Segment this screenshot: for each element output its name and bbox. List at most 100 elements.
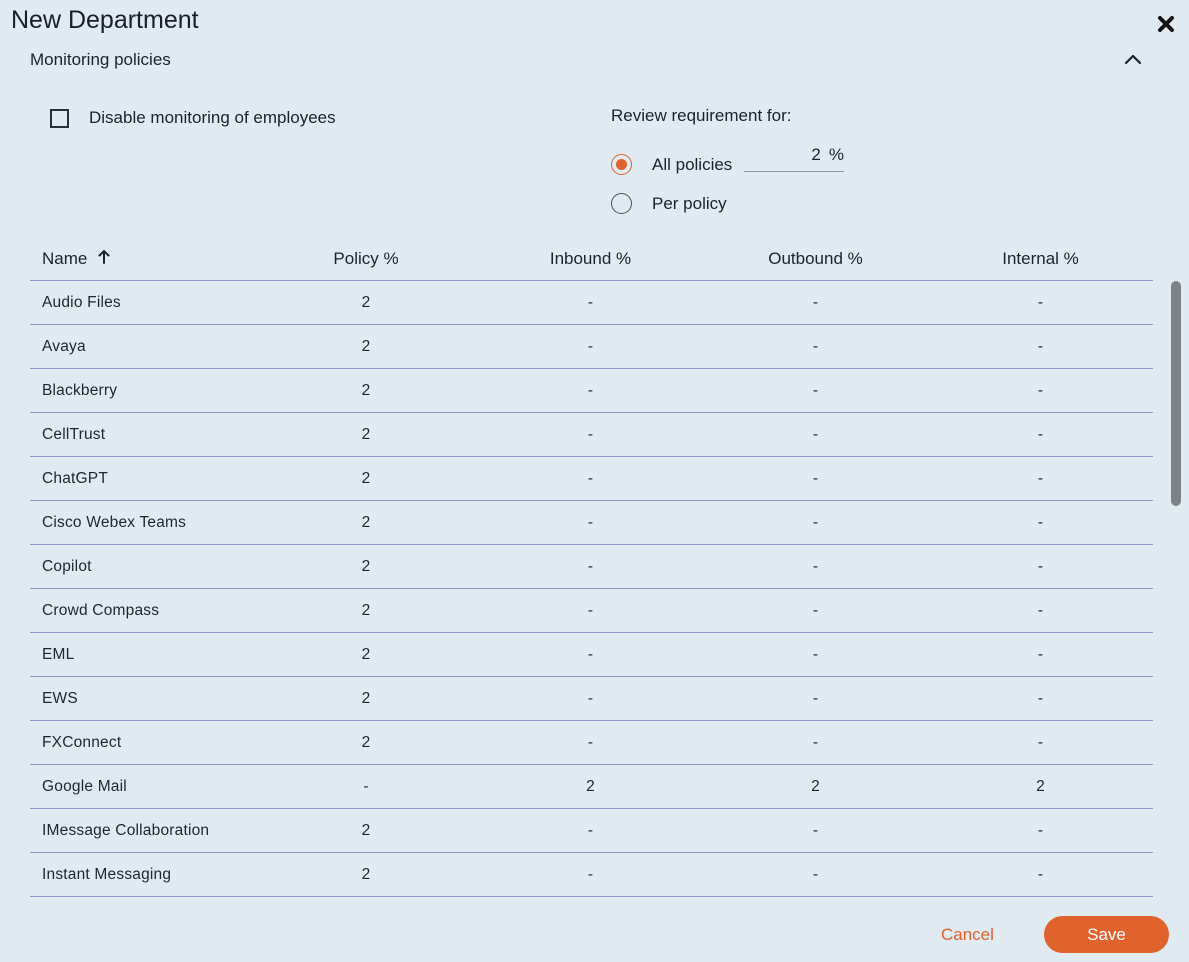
cell-outbound: -	[703, 676, 928, 721]
cancel-button[interactable]: Cancel	[941, 925, 994, 945]
table-row[interactable]: Cisco Webex Teams 2- - -	[30, 500, 1153, 545]
radio-all-policies-button[interactable]	[611, 154, 632, 175]
cell-inbound: -	[478, 588, 703, 633]
cell-policy: 2	[254, 500, 478, 545]
table-row[interactable]: CellTrust 2- - -	[30, 412, 1153, 457]
cell-policy: 2	[254, 852, 478, 897]
cell-internal: -	[928, 368, 1153, 413]
scrollbar-thumb[interactable]	[1171, 281, 1181, 506]
cell-inbound: -	[478, 456, 703, 501]
cell-internal: -	[928, 324, 1153, 369]
cell-internal: -	[928, 588, 1153, 633]
cell-internal: 2	[928, 764, 1153, 809]
cell-name: FXConnect	[30, 720, 254, 765]
column-header-outbound[interactable]: Outbound %	[703, 238, 928, 281]
cell-inbound: -	[478, 280, 703, 325]
cell-name: CellTrust	[30, 412, 254, 457]
column-header-internal[interactable]: Internal %	[928, 238, 1153, 281]
radio-per-policy[interactable]: Per policy	[611, 193, 727, 214]
cell-name: Google Mail	[30, 764, 254, 809]
cell-name: Cisco Webex Teams	[30, 500, 254, 545]
cell-name: IMessage Collaboration	[30, 808, 254, 853]
disable-monitoring-checkbox-row[interactable]: Disable monitoring of employees	[50, 108, 336, 128]
cell-inbound: -	[478, 852, 703, 897]
cell-inbound: 2	[478, 764, 703, 809]
cell-outbound: -	[703, 500, 928, 545]
table-row[interactable]: Avaya 2- - -	[30, 324, 1153, 369]
cell-name: Crowd Compass	[30, 588, 254, 633]
cell-outbound: -	[703, 456, 928, 501]
cell-policy: 2	[254, 280, 478, 325]
all-policies-percent-input[interactable]: 2%	[744, 144, 844, 172]
collapse-section-button[interactable]	[1120, 48, 1146, 70]
cell-policy: 2	[254, 412, 478, 457]
cell-outbound: -	[703, 280, 928, 325]
disable-monitoring-checkbox[interactable]	[50, 108, 69, 128]
table-row[interactable]: Google Mail -2 2 2	[30, 764, 1153, 809]
table-row[interactable]: EML 2- - -	[30, 632, 1153, 677]
table-row[interactable]: EWS 2- - -	[30, 676, 1153, 721]
radio-per-policy-label: Per policy	[652, 193, 727, 213]
chevron-up-icon	[1124, 54, 1142, 65]
radio-all-policies[interactable]: All policies	[611, 154, 732, 175]
cell-internal: -	[928, 808, 1153, 853]
cell-policy: 2	[254, 588, 478, 633]
cell-internal: -	[928, 456, 1153, 501]
cell-policy: 2	[254, 720, 478, 765]
cell-inbound: -	[478, 544, 703, 589]
table-row[interactable]: Crowd Compass 2- - -	[30, 588, 1153, 633]
cell-policy: -	[254, 764, 478, 809]
table-header-row: Name Policy % Inbound % Outbound % Inter…	[30, 238, 1153, 281]
dialog-title: New Department	[11, 6, 199, 34]
radio-per-policy-button[interactable]	[611, 193, 632, 214]
cell-outbound: -	[703, 808, 928, 853]
column-header-name[interactable]: Name	[30, 238, 254, 281]
cell-internal: -	[928, 412, 1153, 457]
radio-all-policies-label: All policies	[652, 154, 733, 174]
cell-outbound: -	[703, 852, 928, 897]
table-row[interactable]: Blackberry 2- - -	[30, 368, 1153, 413]
policies-table: Name Policy % Inbound % Outbound % Inter…	[30, 238, 1153, 897]
cell-name: EML	[30, 632, 254, 677]
cell-outbound: -	[703, 324, 928, 369]
cell-outbound: -	[703, 368, 928, 413]
cell-outbound: -	[703, 632, 928, 677]
column-header-policy[interactable]: Policy %	[254, 238, 478, 281]
save-button[interactable]: Save	[1044, 916, 1169, 953]
cell-policy: 2	[254, 456, 478, 501]
review-requirement-label: Review requirement for:	[611, 106, 792, 125]
cell-inbound: -	[478, 500, 703, 545]
cell-name: Instant Messaging	[30, 852, 254, 897]
cell-inbound: -	[478, 368, 703, 413]
column-header-inbound[interactable]: Inbound %	[478, 238, 703, 281]
cell-policy: 2	[254, 368, 478, 413]
cell-inbound: -	[478, 412, 703, 457]
cell-outbound: 2	[703, 764, 928, 809]
percent-unit: %	[828, 145, 844, 164]
cell-name: Avaya	[30, 324, 254, 369]
arrow-up-icon	[98, 249, 110, 269]
cell-name: Audio Files	[30, 280, 254, 325]
cell-outbound: -	[703, 588, 928, 633]
table-row[interactable]: IMessage Collaboration 2- - -	[30, 808, 1153, 853]
cell-policy: 2	[254, 808, 478, 853]
cell-policy: 2	[254, 544, 478, 589]
cell-inbound: -	[478, 324, 703, 369]
table-row[interactable]: FXConnect 2- - -	[30, 720, 1153, 765]
table-row[interactable]: ChatGPT 2- - -	[30, 456, 1153, 501]
section-title: Monitoring policies	[30, 50, 171, 69]
disable-monitoring-label: Disable monitoring of employees	[89, 108, 336, 127]
cell-inbound: -	[478, 676, 703, 721]
cell-name: ChatGPT	[30, 456, 254, 501]
cell-inbound: -	[478, 632, 703, 677]
cell-name: Blackberry	[30, 368, 254, 413]
table-row[interactable]: Instant Messaging 2- - -	[30, 852, 1153, 897]
table-row[interactable]: Audio Files 2- - -	[30, 280, 1153, 325]
table-row[interactable]: Copilot 2- - -	[30, 544, 1153, 589]
cell-inbound: -	[478, 720, 703, 765]
cell-internal: -	[928, 720, 1153, 765]
close-button[interactable]	[1154, 12, 1178, 36]
cell-outbound: -	[703, 720, 928, 765]
cell-policy: 2	[254, 632, 478, 677]
cell-name: EWS	[30, 676, 254, 721]
